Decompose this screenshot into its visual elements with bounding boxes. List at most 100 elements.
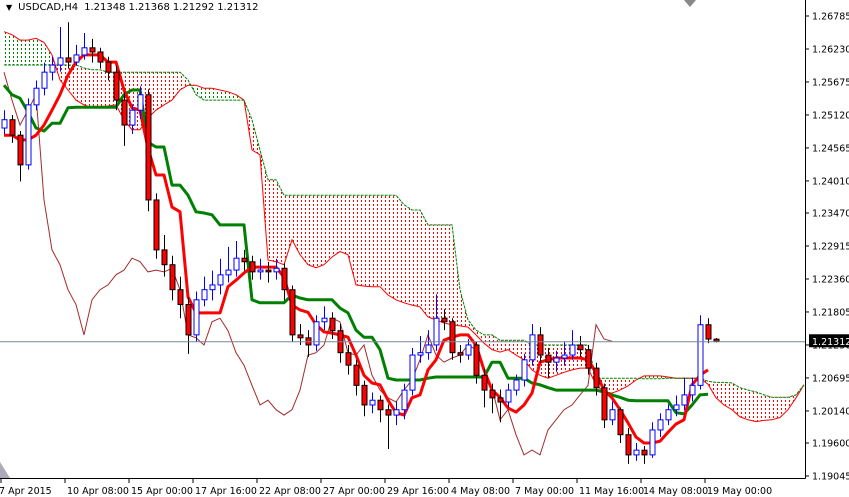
candle-body [9, 119, 16, 136]
candle-body [217, 274, 224, 286]
cloud-segment [84, 68, 92, 108]
bullish-candle [209, 270, 216, 301]
cloud-segment [76, 65, 84, 105]
candle-body [417, 352, 424, 356]
candle-body [105, 61, 112, 73]
cloud-segment [324, 195, 332, 265]
cloud-segment [780, 397, 788, 418]
bullish-candle [569, 330, 576, 360]
candle-body [657, 419, 664, 431]
bullish-candle [25, 98, 32, 170]
candle-body [177, 289, 184, 306]
cloud-segment [772, 397, 780, 420]
candle-body [593, 367, 600, 389]
bar-close: 1.21312 [217, 2, 259, 13]
candle-body [513, 379, 520, 391]
time-tick-label: 10 Apr 08:00 [67, 486, 129, 497]
bullish-candle [233, 240, 240, 277]
bearish-candle [617, 407, 624, 444]
candle-body [1, 119, 8, 129]
price-tick-label: 1.22360 [812, 274, 849, 285]
candle-body [185, 304, 192, 336]
cloud-segment [740, 387, 748, 420]
time-tick-label: 15 Apr 00:00 [131, 486, 193, 497]
price-axis[interactable]: 1.26785 1.26230 1.25675 1.25120 1.24565 1.240… [805, 12, 849, 483]
bullish-candle [193, 291, 200, 342]
candle-body [145, 94, 152, 201]
bullish-candle [417, 336, 424, 363]
bullish-candle [633, 443, 640, 461]
candle-body [57, 57, 64, 66]
price-chart[interactable]: 1.26785 1.26230 1.25675 1.25120 1.24565 1.240… [0, 0, 849, 497]
candle-body [81, 47, 88, 56]
dropdown-triangle-icon[interactable]: ▼ [6, 3, 12, 12]
candle-body [553, 357, 560, 363]
candle-body [73, 54, 80, 63]
cloud-segment [764, 394, 772, 421]
bearish-candle [385, 404, 392, 449]
bearish-candle [705, 318, 712, 344]
cloud-segment [412, 210, 420, 307]
candle-body [641, 449, 648, 456]
cloud-segment [92, 69, 100, 108]
bearish-candle [625, 428, 632, 464]
bearish-candle [449, 318, 456, 360]
candle-body [241, 257, 248, 263]
cloud-segment [172, 72, 180, 101]
price-tick-label: 1.21805 [812, 307, 849, 318]
bullish-candle [393, 401, 400, 426]
time-axis[interactable]: 7 Apr 2015 10 Apr 08:00 15 Apr 00:00 17 Apr… [0, 478, 772, 497]
candle-body [609, 409, 616, 421]
candle-body [33, 87, 40, 106]
chart-shift-marker-icon[interactable] [684, 0, 696, 7]
candle-body [385, 409, 392, 416]
bearish-candle [145, 89, 152, 212]
cloud-segment [332, 195, 340, 257]
candle-body [249, 261, 256, 273]
price-tick-label: 1.20695 [812, 373, 849, 384]
cloud-segment [356, 195, 364, 287]
price-tick-label: 1.26230 [812, 44, 849, 55]
time-tick-label: 17 Apr 16:00 [195, 486, 257, 497]
price-tick-label: 1.22915 [812, 242, 849, 253]
bullish-candle [257, 258, 264, 280]
candle-body [449, 321, 456, 354]
candle-body [545, 354, 552, 363]
bullish-candle [1, 110, 8, 134]
candle-body [225, 269, 232, 276]
chart-header: ▼ USDCAD,H4 1.21348 1.21368 1.21292 1.21… [6, 2, 259, 13]
candle-body [49, 64, 56, 73]
cloud-segment [372, 195, 380, 287]
price-tick-label: 1.19045 [812, 472, 849, 483]
candle-body [681, 394, 688, 406]
candle-body [169, 264, 176, 291]
bearish-candle [17, 131, 24, 182]
candle-body [665, 409, 672, 421]
candle-body [465, 344, 472, 356]
cloud-segment [292, 195, 300, 255]
candle-body [697, 324, 704, 386]
scroll-marker-icon[interactable] [0, 462, 10, 478]
cloud-segment [300, 195, 308, 265]
current-price-label: 1.21312 [812, 337, 849, 348]
candle-body [433, 317, 440, 346]
bullish-candle [73, 44, 80, 66]
cloud-segment [164, 72, 172, 105]
bullish-candle [321, 306, 328, 331]
bearish-candle [9, 114, 16, 143]
cloud-segment [28, 38, 36, 66]
candle-body [193, 299, 200, 336]
price-tick-label: 1.19600 [812, 439, 849, 450]
candle-body [409, 354, 416, 391]
candle-body [289, 289, 296, 336]
candle-body [113, 71, 120, 101]
candle-body [537, 334, 544, 356]
bullish-candle [425, 330, 432, 360]
candle-body [401, 389, 408, 411]
candle-body [321, 317, 328, 323]
candle-body [361, 384, 368, 406]
cloud-segment [308, 195, 316, 268]
bearish-candle [281, 263, 288, 301]
candle-body [329, 317, 336, 332]
bar-high: 1.21368 [128, 2, 170, 13]
